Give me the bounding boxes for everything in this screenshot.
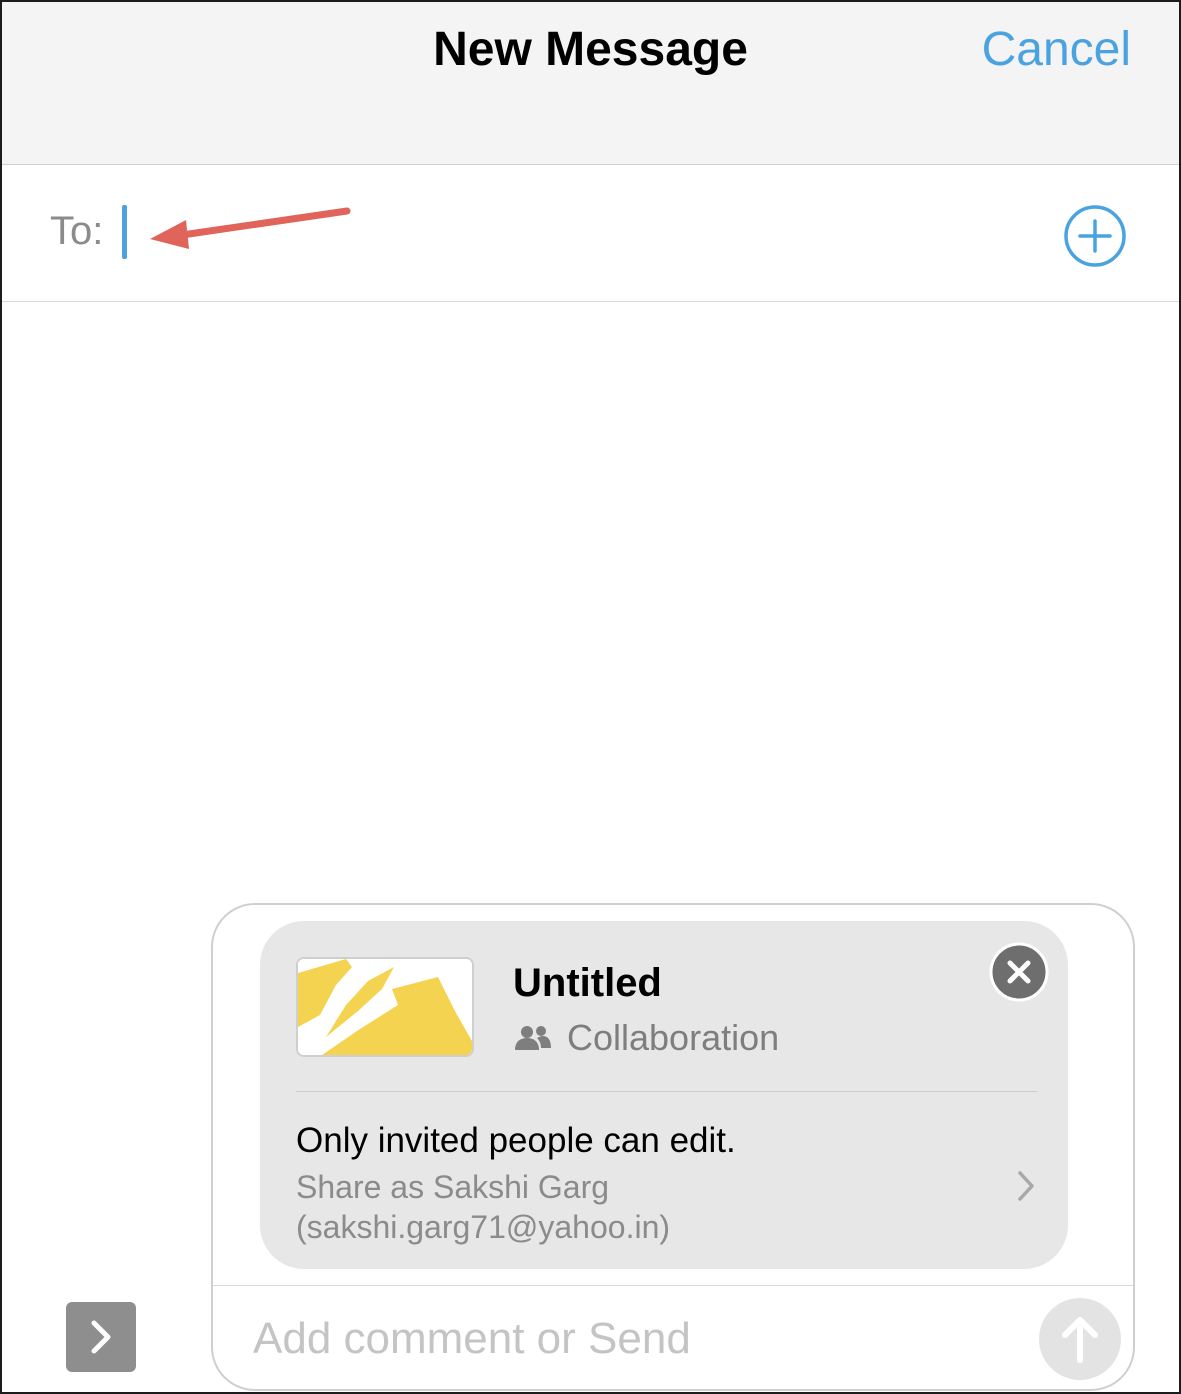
nav-header: New Message Cancel xyxy=(2,2,1179,165)
cancel-button[interactable]: Cancel xyxy=(982,22,1131,77)
to-label: To: xyxy=(50,209,104,253)
recipient-row[interactable]: To: xyxy=(2,165,1179,302)
arrow-up-icon[interactable] xyxy=(1039,1298,1121,1380)
document-thumbnail xyxy=(296,957,474,1057)
thumbnail-image-icon xyxy=(298,959,472,1055)
composer-divider xyxy=(213,1285,1133,1286)
people-icon xyxy=(515,1026,551,1050)
close-icon[interactable] xyxy=(988,941,1050,1003)
share-options-row[interactable]: Only invited people can edit. Share as S… xyxy=(296,1121,1036,1251)
annotation-arrow-icon xyxy=(150,207,351,249)
share-as-name: Share as Sakshi Garg xyxy=(296,1169,610,1205)
text-cursor xyxy=(122,205,127,259)
expand-apps-button[interactable] xyxy=(66,1302,136,1372)
plus-circle-icon[interactable] xyxy=(1062,203,1128,269)
message-composer: Untitled Collaboration Only invited peop… xyxy=(211,903,1135,1391)
card-divider xyxy=(296,1091,1037,1092)
comment-input[interactable] xyxy=(251,1305,1015,1373)
chevron-right-icon xyxy=(1018,1171,1034,1201)
share-as-email: (sakshi.garg71@yahoo.in) xyxy=(296,1209,671,1245)
document-title: Untitled xyxy=(513,961,662,1005)
collaboration-label: Collaboration xyxy=(567,1017,780,1058)
collaboration-type: Collaboration xyxy=(513,1017,779,1059)
permission-text: Only invited people can edit. xyxy=(296,1121,736,1160)
share-as-text: Share as Sakshi Garg (sakshi.garg71@yaho… xyxy=(296,1167,1036,1247)
chevron-right-icon xyxy=(91,1320,111,1354)
collaboration-card[interactable]: Untitled Collaboration Only invited peop… xyxy=(260,921,1068,1269)
